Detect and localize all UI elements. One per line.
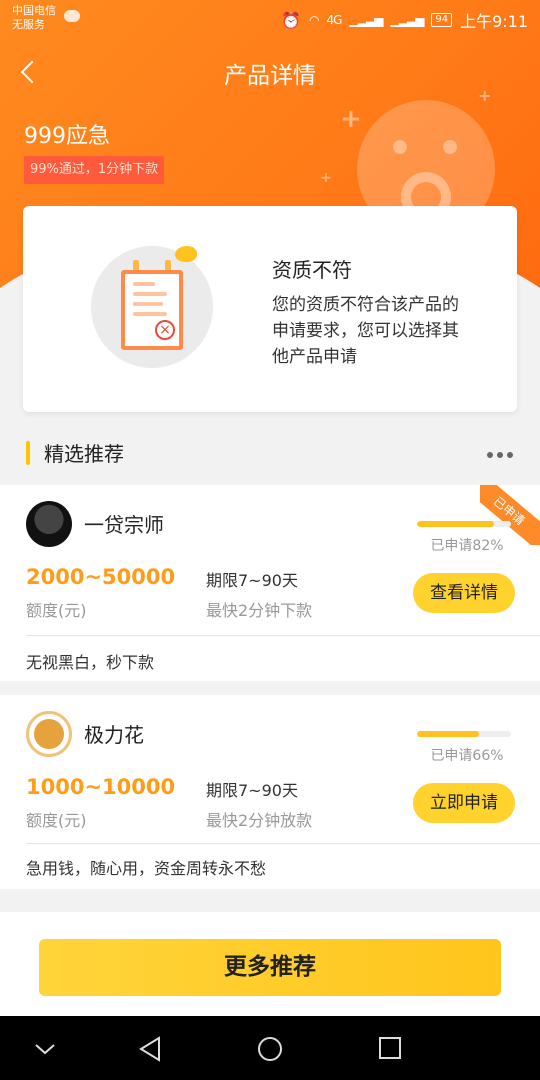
network-label: 4G [326,13,343,27]
nav-recent-icon[interactable] [378,1036,402,1060]
product-card[interactable]: 极力花 已申请66% 1000~10000 额度(元) 期限7~90天 最快2分… [0,695,540,889]
nav-home-icon[interactable] [257,1036,283,1062]
loan-term: 期限7~90天 [206,781,298,800]
result-description: 您的资质不符合该产品的申请要求，您可以选择其他产品申请 [272,295,459,367]
nav-back-icon[interactable] [138,1036,162,1062]
more-dots-icon[interactable] [487,452,513,458]
page-title: 产品详情 [224,63,316,89]
service-status: 无服务 [12,18,45,31]
applied-percent: 已申请82% [430,538,504,554]
wifi-icon: ◠ [309,13,320,27]
loan-speed: 最快2分钟放款 [206,811,313,830]
signal-icon: ▁▂▃▅ [349,13,383,27]
carrier-info: 中国电信 无服务 [12,4,56,32]
loan-amount: 2000~50000 [26,565,176,589]
status-bar: 中国电信 无服务 ⏰ ◠ 4G ▁▂▃▅ ▁▂▃▅ 94 上午9:11 [0,0,540,36]
product-slogan: 无视黑白，秒下款 [26,653,155,672]
more-recommendations-button[interactable]: 更多推荐 [39,939,501,996]
loan-amount-label: 额度(元) [26,601,87,620]
apply-now-button[interactable]: 立即申请 [413,783,515,823]
carrier-name: 中国电信 [12,4,56,17]
applied-progress-bar [417,731,511,737]
view-details-button[interactable]: 查看详情 [413,573,515,613]
product-logo [26,711,72,757]
plus-decoration-icon: + [340,104,362,134]
product-name: 999应急 [24,124,110,149]
product-card-name: 一贷宗师 [84,513,164,537]
chat-icon [64,10,80,22]
loan-term: 期限7~90天 [206,571,298,590]
divider [26,843,540,844]
product-card-name: 极力花 [84,723,144,747]
alarm-icon: ⏰ [281,10,302,30]
divider [26,635,540,636]
product-tag-badge: 99%通过，1分钟下款 [24,156,165,184]
loan-amount: 1000~10000 [26,775,176,799]
battery-icon: 94 [431,13,453,27]
product-logo [26,501,72,547]
section-accent-bar [26,441,30,465]
system-navigation-bar [0,1016,540,1080]
status-icons: ⏰ ◠ 4G ▁▂▃▅ ▁▂▃▅ 94 上午9:11 [281,8,528,32]
result-card: × 资质不符 您的资质不符合该产品的申请要求，您可以选择其他产品申请 [23,206,517,412]
product-card[interactable]: 已申请 一贷宗师 已申请82% 2000~50000 额度(元) 期限7~90天… [0,485,540,681]
applied-progress-bar [417,521,511,527]
result-title: 资质不符 [272,258,352,282]
clipboard-reject-icon: × [91,244,213,372]
product-slogan: 急用钱，随心用，资金周转永不愁 [26,859,267,878]
clock: 上午9:11 [460,12,528,31]
applied-percent: 已申请66% [430,748,504,764]
loan-speed: 最快2分钟下款 [206,601,313,620]
plus-decoration-icon: + [320,170,332,186]
section-title: 精选推荐 [44,442,124,466]
loan-amount-label: 额度(元) [26,811,87,830]
nav-down-icon[interactable] [34,1042,56,1056]
signal-icon: ▁▂▃▅ [390,13,424,27]
